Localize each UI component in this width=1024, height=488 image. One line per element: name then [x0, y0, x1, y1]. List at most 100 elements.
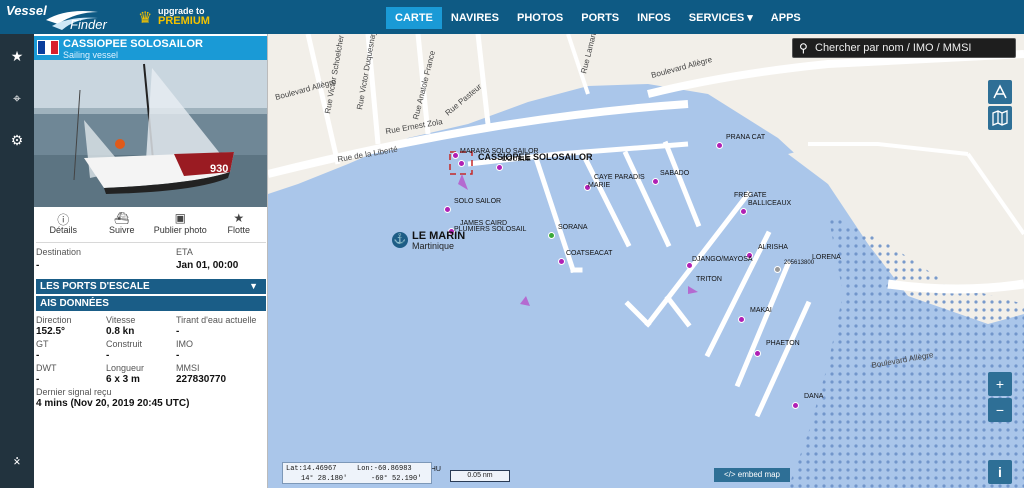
vessel-label[interactable]: MAKAI [750, 307, 772, 314]
vessel-name[interactable]: CASSIOPEE SOLOSAILOR [63, 38, 203, 50]
map-layers-button[interactable] [988, 106, 1012, 130]
map-icon [992, 110, 1008, 126]
star-icon: ★ [233, 211, 245, 225]
vessel-label[interactable]: PRANA CAT [726, 134, 765, 141]
eta-label: ETA [176, 247, 193, 257]
vessel-marker[interactable] [548, 232, 555, 239]
draft-value: - [176, 326, 180, 337]
follow-button[interactable]: ⛴ Suivre [93, 211, 151, 241]
ports-of-call-section[interactable]: LES PORTS D'ESCALE ▼ [36, 279, 266, 294]
ais-data-section: AIS DONNÉES [36, 296, 266, 311]
street-pasteur: Rue Pasteur [444, 82, 484, 118]
lon-dms-readout: -60° 52.190' [371, 475, 422, 483]
destination-eta: Destination ETA - Jan 01, 00:00 [34, 246, 267, 272]
map-info-button[interactable]: i [988, 460, 1012, 484]
built-value: - [106, 350, 110, 361]
vessel-marker[interactable] [740, 208, 747, 215]
vessel-label[interactable]: BALLICEAUX [748, 200, 791, 207]
vessel-marker[interactable] [738, 316, 745, 323]
vessel-marker[interactable] [774, 266, 781, 273]
vessel-label[interactable]: COATSEACAT [566, 250, 612, 257]
antenna-icon[interactable]: ⨰ [9, 452, 25, 468]
nav-carte[interactable]: CARTE [386, 7, 442, 29]
vessel-marker[interactable] [444, 206, 451, 213]
vessel-marker[interactable] [458, 160, 465, 167]
ais-section-title: AIS DONNÉES [40, 298, 109, 309]
fleet-label: Flotte [227, 225, 250, 235]
search-icon: ⚲ [799, 41, 808, 55]
ship-icon: ⛴ [114, 211, 130, 225]
info-icon: ⓘ [57, 213, 70, 227]
vessel-marker[interactable] [792, 402, 799, 409]
nav-navires[interactable]: NAVIRES [442, 7, 508, 29]
details-button[interactable]: ⓘ Détails [34, 211, 92, 241]
vessel-label[interactable]: 205613800 [784, 260, 814, 266]
nav-ports[interactable]: PORTS [572, 7, 628, 29]
crown-icon: ♛ [138, 10, 153, 27]
selected-vessel-label[interactable]: CASSIOPEE SOLOSAILOR [478, 152, 593, 162]
vessel-label[interactable]: DOUBLE [502, 156, 531, 163]
vessel-label[interactable]: SABADO [660, 170, 689, 177]
vessel-label[interactable]: SORANA [558, 224, 588, 231]
follow-label: Suivre [108, 225, 135, 235]
nav-infos[interactable]: INFOS [628, 7, 680, 29]
gt-value: - [36, 350, 40, 361]
left-icon-rail: ★ ⌖ ⚙ ⨰ [0, 34, 34, 488]
direction-value: 152.5° [36, 326, 66, 337]
post-photo-label: Publier photo [153, 225, 207, 235]
star-icon[interactable]: ★ [9, 48, 25, 64]
gear-icon[interactable]: ⚙ [9, 132, 25, 148]
vessel-label[interactable]: TRITON [696, 276, 722, 283]
zoom-in-button[interactable]: + [988, 372, 1012, 396]
vessel-label[interactable]: MARIE [588, 182, 610, 189]
coordinate-readout: Lat:14.46967 Lon:-60.86983 14° 28.180' -… [282, 462, 432, 484]
premium-text: PREMIUM [158, 15, 210, 27]
nav-apps[interactable]: APPS [762, 7, 810, 29]
vessel-marker[interactable] [558, 258, 565, 265]
fleet-button[interactable]: ★ Flotte [210, 211, 267, 241]
lat-dms-readout: 14° 28.180' [301, 475, 348, 483]
vessel-label[interactable]: DJANGO/MAYOSA [692, 256, 753, 263]
vessel-marker[interactable] [496, 164, 503, 171]
zoom-out-button[interactable]: − [988, 398, 1012, 422]
speed-value: 0.8 kn [106, 326, 135, 337]
street-victor-schoelcher: Rue Victor Schoelcher [323, 34, 346, 114]
draft-label: Tirant d'eau actuelle [176, 315, 257, 325]
vessel-label[interactable]: PHAETON [766, 340, 800, 347]
vessel-photo[interactable]: 930 [34, 60, 268, 207]
vessel-marker[interactable] [754, 350, 761, 357]
dwt-label: DWT [36, 363, 57, 373]
destination-label: Destination [36, 247, 82, 257]
embed-map-button[interactable]: </> embed map [714, 468, 790, 482]
nav-photos[interactable]: PHOTOS [508, 7, 572, 29]
nav-services[interactable]: SERVICES ▾ [680, 7, 762, 29]
lon-readout: Lon:-60.86983 [357, 465, 412, 473]
measure-tool-button[interactable] [988, 80, 1012, 104]
map-pin-icon[interactable]: ⌖ [9, 90, 25, 106]
vessel-label[interactable]: SOLO SAILOR [454, 198, 501, 205]
gt-label: GT [36, 339, 49, 349]
vessel-label[interactable]: LORENA [812, 254, 841, 261]
street-labels: Rue Victor Schoelcher Rue Victor Duquesn… [274, 34, 934, 370]
post-photo-button[interactable]: ▣ Publier photo [151, 211, 209, 241]
vessel-label[interactable]: CAYE PARADIS [594, 174, 645, 181]
vessel-info-panel: CASSIOPEE SOLOSAILOR Sailing vessel 930 … [34, 34, 268, 488]
last-signal-value: 4 mins (Nov 20, 2019 20:45 UTC) [36, 398, 190, 409]
search-input[interactable] [815, 40, 1013, 56]
vessel-marker[interactable] [686, 262, 693, 269]
vessel-marker[interactable] [452, 152, 459, 159]
upgrade-premium-link[interactable]: ♛ upgrade to PREMIUM [138, 6, 214, 30]
street-lamartine: Rue Lamartine [579, 34, 601, 74]
main-nav: CARTE NAVIRES PHOTOS PORTS INFOS SERVICE… [386, 7, 810, 29]
map-canvas[interactable]: Rue Victor Schoelcher Rue Victor Duquesn… [268, 34, 1024, 488]
lat-readout: Lat:14.46967 [286, 465, 337, 473]
town-subtitle: Martinique [412, 241, 455, 251]
vesselfinder-logo[interactable]: Vessel Finder [6, 2, 124, 32]
ais-data-grid: Direction Vitesse Tirant d'eau actuelle … [34, 314, 267, 410]
vessel-label[interactable]: ALRISHA [758, 244, 788, 251]
vessel-marker[interactable] [716, 142, 723, 149]
scale-bar: 0.05 nm [450, 470, 510, 482]
vessel-marker[interactable] [652, 178, 659, 185]
vessel-label[interactable]: DANA [804, 393, 823, 400]
vessel-label[interactable]: FREGATE [734, 192, 767, 199]
